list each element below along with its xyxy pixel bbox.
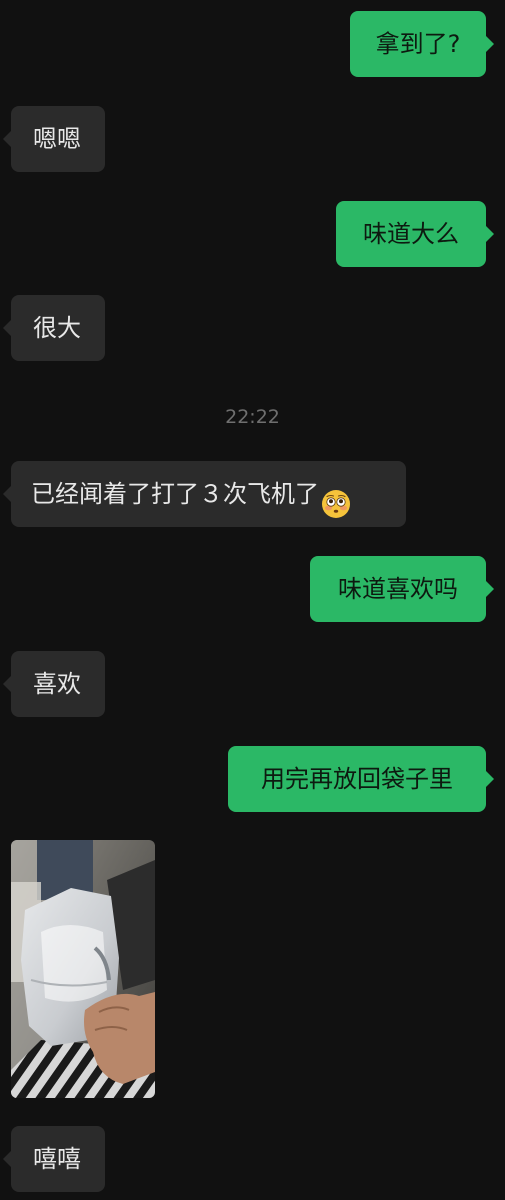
chat-conversation: 拿到了? 嗯嗯 味道大么 很大 22:22 已经闻着了打了３次飞机了 味道喜欢吗 (0, 0, 505, 1200)
outgoing-message-bubble[interactable]: 用完再放回袋子里 (228, 746, 494, 812)
outgoing-message-bubble[interactable]: 味道大么 (336, 201, 494, 267)
message-text: 拿到了? (375, 30, 461, 58)
image-message[interactable] (11, 840, 155, 1098)
message-timestamp: 22:22 (225, 406, 280, 428)
message-text: 味道大么 (363, 220, 459, 248)
incoming-message-bubble[interactable]: 嘻嘻 (3, 1126, 105, 1192)
photo-of-socks-in-plastic-bag (11, 840, 155, 1098)
incoming-message-bubble[interactable]: 嗯嗯 (3, 106, 105, 172)
outgoing-message-bubble[interactable]: 拿到了? (350, 11, 494, 77)
message-text: 喜欢 (33, 670, 81, 698)
incoming-message-bubble[interactable]: 已经闻着了打了３次飞机了 (3, 461, 406, 527)
incoming-message-bubble[interactable]: 喜欢 (3, 651, 105, 717)
incoming-message-bubble[interactable]: 很大 (3, 295, 105, 361)
message-text: 嗯嗯 (33, 125, 81, 153)
message-text: 味道喜欢吗 (338, 575, 458, 603)
message-text: 已经闻着了打了３次飞机了 (31, 480, 319, 508)
message-text: 很大 (33, 314, 81, 342)
message-text: 嘻嘻 (33, 1145, 81, 1173)
flushed-face-icon (321, 478, 351, 518)
message-text: 用完再放回袋子里 (261, 765, 453, 793)
outgoing-message-bubble[interactable]: 味道喜欢吗 (310, 556, 494, 622)
